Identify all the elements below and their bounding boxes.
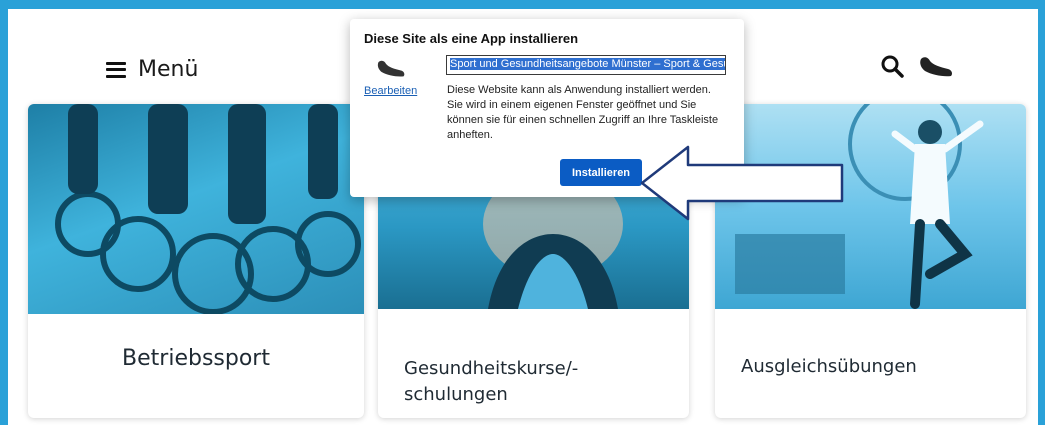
dialog-title: Diese Site als eine App installieren <box>364 31 579 46</box>
hamburger-icon <box>106 61 126 78</box>
dialog-description: Diese Website kann als Anwendung install… <box>447 84 719 141</box>
header-icons <box>880 53 954 79</box>
search-icon[interactable] <box>880 54 904 78</box>
annotation-arrow-icon <box>640 145 844 221</box>
cyclists-photo <box>28 104 364 315</box>
card-title-line-2: schulungen <box>404 384 508 405</box>
shoe-icon[interactable] <box>918 53 954 79</box>
card-title: Ausgleichsübungen <box>741 356 917 377</box>
website-page: Menü Betriebssport Gesundheitskurse/- sc… <box>8 9 1038 425</box>
card-betriebssport[interactable]: Betriebssport <box>28 104 364 418</box>
card-title-line-1: Gesundheitskurse/- <box>404 358 579 379</box>
card-title: Gesundheitskurse/- schulungen <box>404 356 578 408</box>
card-title: Betriebssport <box>122 346 270 371</box>
app-shoe-icon <box>377 60 405 77</box>
edit-icon-link[interactable]: Bearbeiten <box>364 85 417 97</box>
install-button[interactable]: Installieren <box>560 159 642 186</box>
app-name-value: Sport und Gesundheitsangebote Münster – … <box>450 58 725 70</box>
menu-button[interactable]: Menü <box>106 57 198 82</box>
menu-label: Menü <box>138 57 199 82</box>
app-name-input[interactable]: Sport und Gesundheitsangebote Münster – … <box>446 55 726 75</box>
